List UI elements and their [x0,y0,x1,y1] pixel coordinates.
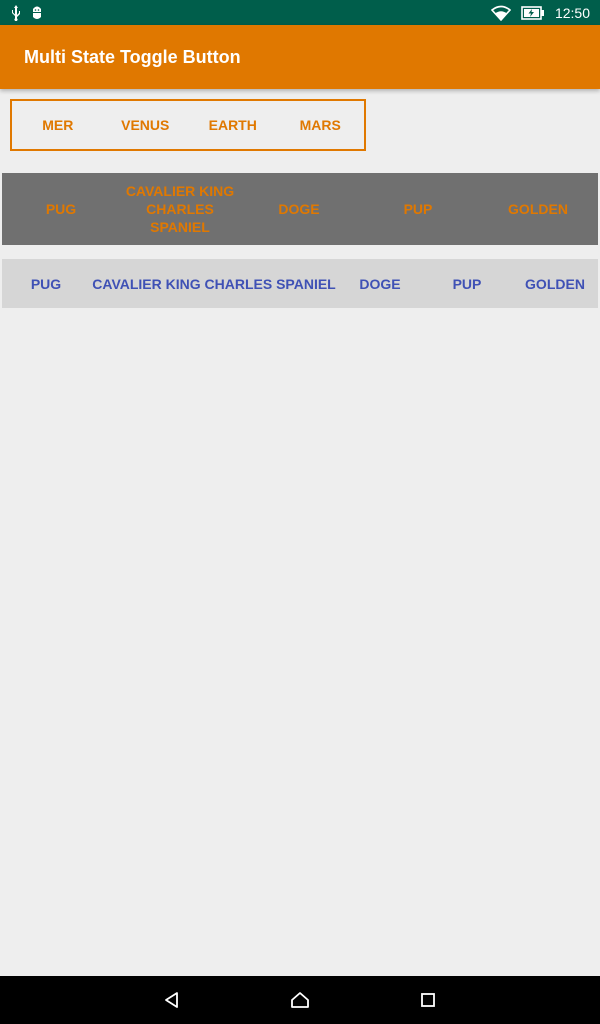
status-bar: 12:50 [0,0,600,25]
app-title: Multi State Toggle Button [24,47,241,67]
home-icon[interactable] [288,988,312,1012]
dog-toggle-group-light: PUG CAVALIER KING CHARLES SPANIEL DOGE P… [2,259,598,308]
navigation-bar [0,976,600,1024]
status-time: 12:50 [554,4,590,21]
toggle-button-pup[interactable]: PUP [422,259,512,308]
toggle-button-venus[interactable]: VENUS [102,101,190,149]
toggle-button-doge[interactable]: DOGE [240,173,358,245]
wifi-icon [490,5,511,21]
recents-icon[interactable] [416,988,440,1012]
toggle-button-mer[interactable]: MER [14,101,102,149]
status-left-icons [10,4,44,21]
android-debug-icon [30,5,44,21]
toggle-button-golden[interactable]: GOLDEN [478,173,598,245]
battery-charging-icon [521,5,545,20]
status-right-icons: 12:50 [490,4,590,21]
toggle-button-golden[interactable]: GOLDEN [512,259,598,308]
app-bar: Multi State Toggle Button [0,25,600,89]
dog-toggle-group-dark: PUG CAVALIER KING CHARLES SPANIEL DOGE P… [2,173,598,245]
toggle-button-earth[interactable]: EARTH [189,101,277,149]
toggle-button-pup[interactable]: PUP [358,173,478,245]
toggle-button-pug[interactable]: PUG [2,259,90,308]
toggle-button-pug[interactable]: PUG [2,173,120,245]
back-icon[interactable] [160,988,184,1012]
toggle-button-cavalier-king-charles-spaniel[interactable]: CAVALIER KING CHARLES SPANIEL [120,173,240,245]
toggle-button-cavalier-king-charles-spaniel[interactable]: CAVALIER KING CHARLES SPANIEL [90,259,338,308]
toggle-button-doge[interactable]: DOGE [338,259,422,308]
toggle-button-mars[interactable]: MARS [277,101,365,149]
usb-icon [10,4,22,21]
planet-toggle-group: MER VENUS EARTH MARS [10,99,366,151]
